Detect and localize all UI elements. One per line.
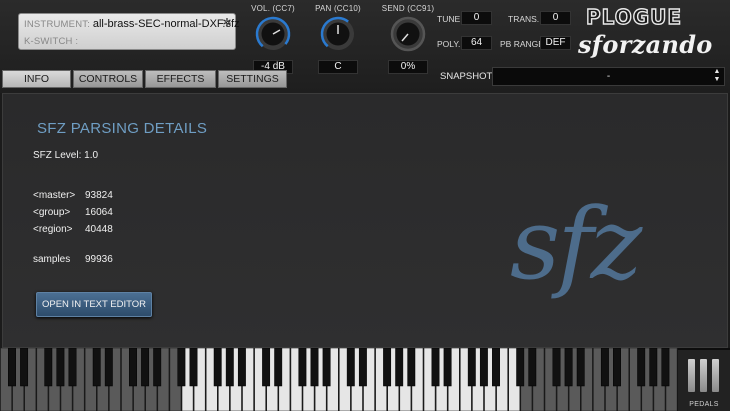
sfz-level-label: SFZ Level: <box>33 150 82 161</box>
send-label: SEND (CC91) <box>381 4 435 13</box>
instrument-name[interactable]: all-brass-SEC-normal-DXF.sfz <box>93 18 240 30</box>
pan-label: PAN (CC10) <box>315 4 361 13</box>
black-key[interactable] <box>516 347 525 387</box>
send-knob[interactable] <box>390 16 426 52</box>
snapshot-value: - <box>606 71 611 82</box>
black-key[interactable] <box>358 347 367 387</box>
black-key[interactable] <box>346 347 355 387</box>
black-key[interactable] <box>492 347 500 387</box>
pbrange-label: PB RANGE <box>500 39 544 49</box>
black-key[interactable] <box>68 347 77 387</box>
tab-effects[interactable]: EFFECTS <box>145 70 216 88</box>
sfz-watermark-logo: sfz <box>510 188 642 302</box>
volume-control[interactable]: VOL. (CC7) -4 dB <box>245 4 301 74</box>
tune-field[interactable]: 0 <box>461 11 492 25</box>
group-value: 16064 <box>85 207 113 218</box>
black-key[interactable] <box>310 347 319 387</box>
black-key[interactable] <box>298 347 307 387</box>
instrument-label: INSTRUMENT: <box>24 19 91 30</box>
black-key[interactable] <box>407 347 416 387</box>
trans-label: TRANS. <box>508 14 540 24</box>
black-key[interactable] <box>92 347 101 387</box>
black-key[interactable] <box>479 347 488 387</box>
pan-control[interactable]: PAN (CC10) C <box>310 4 366 74</box>
volume-label: VOL. (CC7) <box>251 4 295 13</box>
black-key[interactable] <box>383 347 392 387</box>
pedal[interactable] <box>700 359 707 392</box>
snapshot-select[interactable]: - ▲ ▼ <box>492 67 725 86</box>
black-key[interactable] <box>225 347 234 387</box>
trans-field[interactable]: 0 <box>540 11 571 25</box>
black-key[interactable] <box>431 347 440 387</box>
black-key[interactable] <box>395 347 404 387</box>
black-key[interactable] <box>262 347 271 387</box>
black-key[interactable] <box>649 347 658 387</box>
black-key[interactable] <box>467 347 476 387</box>
snapshot-label: SNAPSHOT <box>440 71 493 82</box>
tab-controls[interactable]: CONTROLS <box>73 70 143 88</box>
black-key[interactable] <box>44 347 53 387</box>
instrument-box[interactable]: INSTRUMENT: all-brass-SEC-normal-DXF.sfz… <box>18 13 240 50</box>
black-key[interactable] <box>661 347 670 387</box>
pedal[interactable] <box>688 359 695 392</box>
black-key[interactable] <box>213 347 222 387</box>
kswitch-label: K-SWITCH : <box>24 36 79 47</box>
pedals-label: PEDALS <box>689 401 719 408</box>
black-key[interactable] <box>177 347 186 387</box>
black-key[interactable] <box>56 347 65 387</box>
black-key[interactable] <box>564 347 573 387</box>
sfz-level-row: SFZ Level: 1.0 <box>33 150 98 161</box>
black-key[interactable] <box>153 347 162 387</box>
piano-keyboard[interactable] <box>0 347 730 411</box>
black-key[interactable] <box>576 347 585 387</box>
tab-info[interactable]: INFO <box>2 70 71 88</box>
region-value: 40448 <box>85 224 113 235</box>
gear-icon[interactable]: ✲ <box>221 17 233 29</box>
black-key[interactable] <box>613 347 621 387</box>
black-key[interactable] <box>443 347 452 387</box>
samples-value: 99936 <box>85 254 113 265</box>
black-key[interactable] <box>20 347 29 387</box>
black-key[interactable] <box>637 347 646 387</box>
pedal[interactable] <box>712 359 719 392</box>
black-key[interactable] <box>189 347 198 387</box>
black-key[interactable] <box>552 347 561 387</box>
black-key[interactable] <box>141 347 150 387</box>
black-key[interactable] <box>237 347 246 387</box>
black-key[interactable] <box>8 347 16 387</box>
updown-arrows-icon[interactable]: ▲ ▼ <box>712 68 722 85</box>
group-label: <group> <box>33 207 71 218</box>
sforzando-logo: sforzando <box>578 30 713 59</box>
poly-field[interactable]: 64 <box>461 36 492 50</box>
black-key[interactable] <box>129 347 137 387</box>
samples-label: samples <box>33 254 71 265</box>
black-key[interactable] <box>322 347 331 387</box>
poly-label: POLY. <box>437 39 461 49</box>
region-label: <region> <box>33 224 73 235</box>
kswitch-row: K-SWITCH : <box>24 35 78 49</box>
panel-title: SFZ PARSING DETAILS <box>37 120 208 137</box>
plogue-logo: PLOGUE <box>585 6 682 28</box>
volume-knob[interactable] <box>255 16 291 52</box>
send-control[interactable]: SEND (CC91) 0% <box>380 4 436 74</box>
tab-settings[interactable]: SETTINGS <box>218 70 287 88</box>
pan-value[interactable]: C <box>318 60 358 74</box>
send-value[interactable]: 0% <box>388 60 428 74</box>
tune-label: TUNE <box>437 14 461 24</box>
pan-knob[interactable] <box>320 16 356 52</box>
master-label: <master> <box>33 190 76 201</box>
piano-keys[interactable] <box>0 347 678 411</box>
black-key[interactable] <box>600 347 609 387</box>
black-key[interactable] <box>104 347 113 387</box>
black-key[interactable] <box>528 347 537 387</box>
sfz-level-value: 1.0 <box>84 150 99 161</box>
black-key[interactable] <box>274 347 283 387</box>
pedals-panel[interactable]: PEDALS <box>678 350 730 411</box>
svg-text:PLOGUE: PLOGUE <box>586 6 682 28</box>
instrument-row[interactable]: INSTRUMENT: all-brass-SEC-normal-DXF.sfz <box>24 18 240 32</box>
master-value: 93824 <box>85 190 113 201</box>
pbrange-field[interactable]: DEF <box>540 36 571 50</box>
open-in-text-editor-button[interactable]: OPEN IN TEXT EDITOR <box>36 292 152 317</box>
